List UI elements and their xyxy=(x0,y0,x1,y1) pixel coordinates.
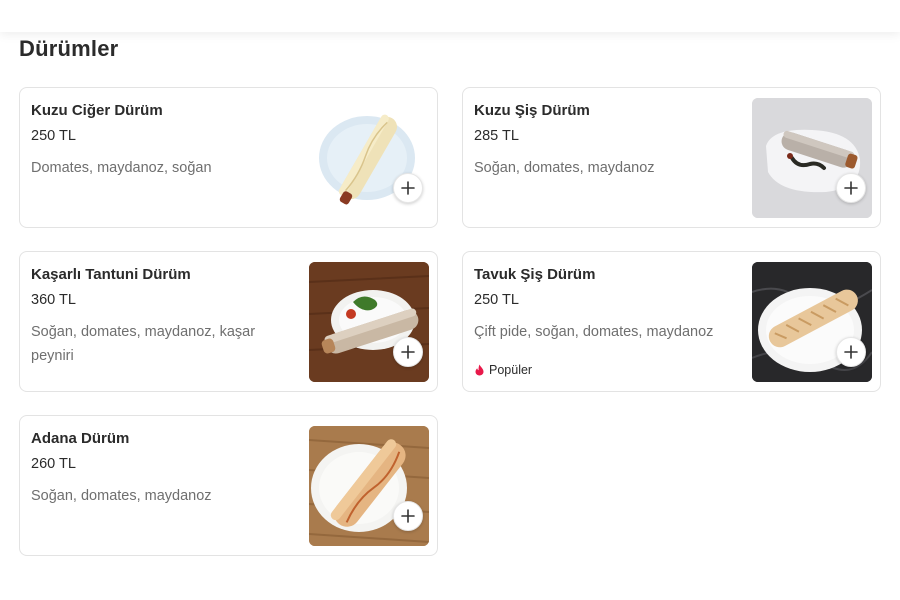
product-price: 360 TL xyxy=(31,292,76,308)
product-card-tavuk-sis-durum[interactable]: Tavuk Şiş Dürüm 250 TL Çift pide, soğan,… xyxy=(462,251,881,392)
product-name: Tavuk Şiş Dürüm xyxy=(474,266,596,283)
product-description: Soğan, domates, maydanoz, kaşar peyniri xyxy=(31,324,256,364)
top-header-bar xyxy=(0,0,900,32)
product-description: Soğan, domates, maydanoz xyxy=(31,488,212,504)
product-card-kuzu-sis-durum[interactable]: Kuzu Şiş Dürüm 285 TL Soğan, domates, ma… xyxy=(462,87,881,228)
product-price: 260 TL xyxy=(31,456,76,472)
product-price: 250 TL xyxy=(31,128,76,144)
badge-label: Popüler xyxy=(489,363,533,377)
plus-icon xyxy=(401,509,415,523)
flame-icon xyxy=(475,364,484,376)
plus-icon xyxy=(401,181,415,195)
product-price: 250 TL xyxy=(474,292,519,308)
product-card-kasarli-tantuni-durum[interactable]: Kaşarlı Tantuni Dürüm 360 TL Soğan, doma… xyxy=(19,251,438,392)
popular-badge: Popüler xyxy=(474,363,532,377)
add-to-cart-button[interactable] xyxy=(836,173,866,203)
product-name: Kuzu Şiş Dürüm xyxy=(474,102,590,119)
product-name: Kaşarlı Tantuni Dürüm xyxy=(31,266,191,283)
product-card-adana-durum[interactable]: Adana Dürüm 260 TL Soğan, domates, mayda… xyxy=(19,415,438,556)
product-description: Çift pide, soğan, domates, maydanoz xyxy=(474,324,714,340)
product-price: 285 TL xyxy=(474,128,519,144)
add-to-cart-button[interactable] xyxy=(393,501,423,531)
product-name: Adana Dürüm xyxy=(31,430,130,447)
plus-icon xyxy=(401,345,415,359)
add-to-cart-button[interactable] xyxy=(393,337,423,367)
product-description: Soğan, domates, maydanoz xyxy=(474,160,655,176)
product-card-kuzu-ciger-durum[interactable]: Kuzu Ciğer Dürüm 250 TL Domates, maydano… xyxy=(19,87,438,228)
add-to-cart-button[interactable] xyxy=(393,173,423,203)
section-title: Dürümler xyxy=(19,36,119,61)
plus-icon xyxy=(844,181,858,195)
product-name: Kuzu Ciğer Dürüm xyxy=(31,102,163,119)
plus-icon xyxy=(844,345,858,359)
add-to-cart-button[interactable] xyxy=(836,337,866,367)
product-description: Domates, maydanoz, soğan xyxy=(31,160,212,176)
